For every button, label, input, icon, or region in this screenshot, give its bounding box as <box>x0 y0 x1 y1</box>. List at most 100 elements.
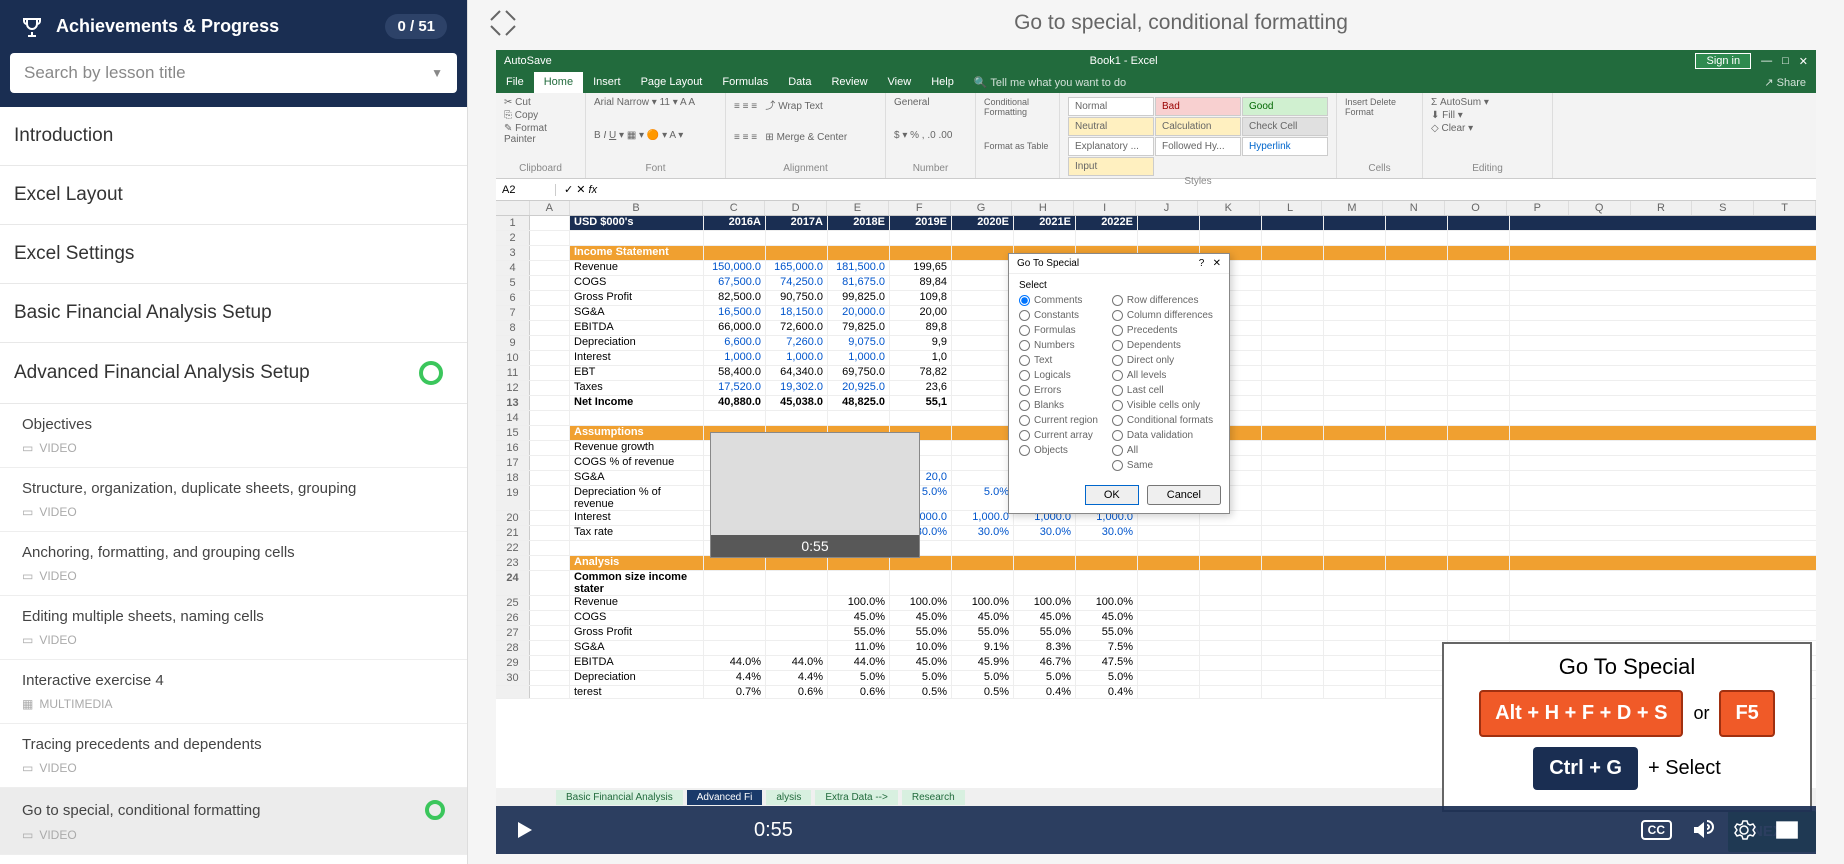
signin-button: Sign in <box>1695 53 1751 69</box>
go-to-special-dialog: Go To Special? ✕ Select Comments Constan… <box>1008 253 1230 514</box>
search-input[interactable]: Search by lesson title ▼ <box>10 53 457 93</box>
dialog-option: Data validation <box>1112 430 1213 441</box>
lesson-item[interactable]: Objectives▭VIDEO <box>0 404 467 468</box>
video-icon: ▭ <box>22 505 33 519</box>
dialog-option: Constants <box>1019 310 1098 321</box>
ribbon-tab: Insert <box>583 72 631 93</box>
ribbon-clipboard: ✂ Cut ⎘ Copy ✎ Format Painter Clipboard <box>496 93 586 178</box>
sidebar-title: Achievements & Progress <box>56 16 373 37</box>
fullscreen-toggle-icon[interactable] <box>488 8 518 38</box>
window-min-icon: — <box>1761 55 1772 67</box>
trophy-icon <box>20 15 44 39</box>
gear-icon[interactable] <box>1732 818 1756 842</box>
dialog-option: Errors <box>1019 385 1098 396</box>
sheet-tab: alysis <box>766 790 811 805</box>
sheet-tab: Extra Data --> <box>815 790 898 805</box>
lesson-item[interactable]: Tracing precedents and dependents▭VIDEO <box>0 724 467 788</box>
ribbon-number: General $ ▾ % , .0 .00 Number <box>886 93 976 178</box>
caret-down-icon: ▼ <box>431 66 443 80</box>
lesson-item[interactable]: Interactive exercise 4▦MULTIMEDIA <box>0 660 467 724</box>
page-title: Go to special, conditional formatting <box>538 11 1824 35</box>
ribbon-font: Arial Narrow ▾ 11 ▾ A A B I U ▾ ▦ ▾ 🟠 ▾ … <box>586 93 726 178</box>
fullscreen-icon[interactable] <box>1774 817 1800 843</box>
dialog-option: Dependents <box>1112 340 1213 351</box>
volume-icon[interactable] <box>1690 818 1714 842</box>
dialog-cancel-button: Cancel <box>1147 485 1221 505</box>
video-player[interactable]: AutoSave Book1 - Excel Sign in — □ ✕ Fil… <box>496 50 1816 854</box>
ribbon-tab: File <box>496 72 534 93</box>
section-introduction[interactable]: Introduction <box>0 107 467 166</box>
ribbon-tabs: FileHomeInsertPage LayoutFormulasDataRev… <box>496 72 1816 93</box>
sidebar-header: Achievements & Progress 0 / 51 <box>0 0 467 53</box>
sheet-tab: Basic Financial Analysis <box>556 790 683 805</box>
section-advanced-fa[interactable]: Advanced Financial Analysis Setup <box>0 343 467 404</box>
preview-time: 0:55 <box>711 535 919 557</box>
ribbon-tab: Page Layout <box>631 72 713 93</box>
dialog-ok-button: OK <box>1085 485 1139 505</box>
section-excel-settings[interactable]: Excel Settings <box>0 225 467 284</box>
play-icon[interactable] <box>512 818 536 842</box>
lesson-item[interactable]: Go to special, conditional formatting▭VI… <box>0 788 467 855</box>
shortcut-overlay: Go To Special Alt + H + F + D + S or F5 … <box>1442 642 1812 812</box>
video-controls: 0:55 CC <box>496 806 1816 854</box>
dialog-option: Objects <box>1019 445 1098 456</box>
section-basic-fa[interactable]: Basic Financial Analysis Setup <box>0 284 467 343</box>
ribbon-cond-format: Conditional Formatting Format as Table <box>976 93 1060 178</box>
dialog-title: Go To Special <box>1017 258 1079 269</box>
ribbon-tab: View <box>878 72 922 93</box>
video-icon: ▭ <box>22 761 33 775</box>
search-placeholder: Search by lesson title <box>24 63 186 83</box>
dialog-option: All levels <box>1112 370 1213 381</box>
dialog-option: Row differences <box>1112 295 1213 306</box>
video-icon: ▭ <box>22 633 33 647</box>
excel-titlebar: AutoSave Book1 - Excel Sign in — □ ✕ <box>496 50 1816 72</box>
dialog-option: Text <box>1019 355 1098 366</box>
dialog-option: Current array <box>1019 430 1098 441</box>
ribbon-editing: Σ AutoSum ▾ ⬇ Fill ▾ ◇ Clear ▾ Editing <box>1423 93 1553 178</box>
dialog-option: Visible cells only <box>1112 400 1213 411</box>
ribbon-tab: Formulas <box>712 72 778 93</box>
autosave-label: AutoSave <box>504 55 552 67</box>
section-excel-layout[interactable]: Excel Layout <box>0 166 467 225</box>
dialog-option: Direct only <box>1112 355 1213 366</box>
search-wrap: Search by lesson title ▼ <box>0 53 467 107</box>
window-close-icon: ✕ <box>1799 55 1808 68</box>
ribbon-tab: Home <box>534 72 583 93</box>
video-time: 0:55 <box>754 819 793 842</box>
cc-button[interactable]: CC <box>1641 820 1672 840</box>
multimedia-icon: ▦ <box>22 697 33 711</box>
progress-circle-icon <box>419 361 443 385</box>
dialog-option: Current region <box>1019 415 1098 426</box>
main-header: Go to special, conditional formatting <box>468 0 1844 50</box>
ribbon-tab: Review <box>821 72 877 93</box>
lesson-item[interactable]: Editing multiple sheets, naming cells▭VI… <box>0 596 467 660</box>
doc-title: Book1 - Excel <box>562 55 1686 67</box>
ribbon-tab: Data <box>778 72 821 93</box>
sheet-tab: Research <box>902 790 965 805</box>
progress-badge: 0 / 51 <box>385 14 447 39</box>
window-max-icon: □ <box>1782 55 1789 67</box>
main: Go to special, conditional formatting Au… <box>468 0 1844 864</box>
ribbon-tab: Help <box>921 72 964 93</box>
shortcut-key-2: F5 <box>1719 690 1774 737</box>
lesson-list[interactable]: Introduction Excel Layout Excel Settings… <box>0 107 467 864</box>
dialog-option: Conditional formats <box>1112 415 1213 426</box>
video-thumbnail-preview: 0:55 <box>710 432 920 558</box>
video-icon: ▭ <box>22 441 33 455</box>
lesson-item[interactable]: Structure, organization, duplicate sheet… <box>0 468 467 532</box>
dialog-option: Comments <box>1019 295 1098 306</box>
dialog-option: Blanks <box>1019 400 1098 411</box>
overlay-title: Go To Special <box>1458 654 1796 680</box>
ribbon: ✂ Cut ⎘ Copy ✎ Format Painter Clipboard … <box>496 93 1816 179</box>
dialog-option: Column differences <box>1112 310 1213 321</box>
ribbon-cells: Insert Delete Format Cells <box>1337 93 1423 178</box>
dialog-option: Precedents <box>1112 325 1213 336</box>
dialog-option: Logicals <box>1019 370 1098 381</box>
sidebar: Achievements & Progress 0 / 51 Search by… <box>0 0 468 864</box>
ribbon-styles: NormalBadGoodNeutralCalculationCheck Cel… <box>1060 93 1337 178</box>
lesson-item[interactable]: Anchoring, formatting, and grouping cell… <box>0 532 467 596</box>
dialog-option: Last cell <box>1112 385 1213 396</box>
video-icon: ▭ <box>22 569 33 583</box>
video-icon: ▭ <box>22 828 33 842</box>
dialog-option: Numbers <box>1019 340 1098 351</box>
